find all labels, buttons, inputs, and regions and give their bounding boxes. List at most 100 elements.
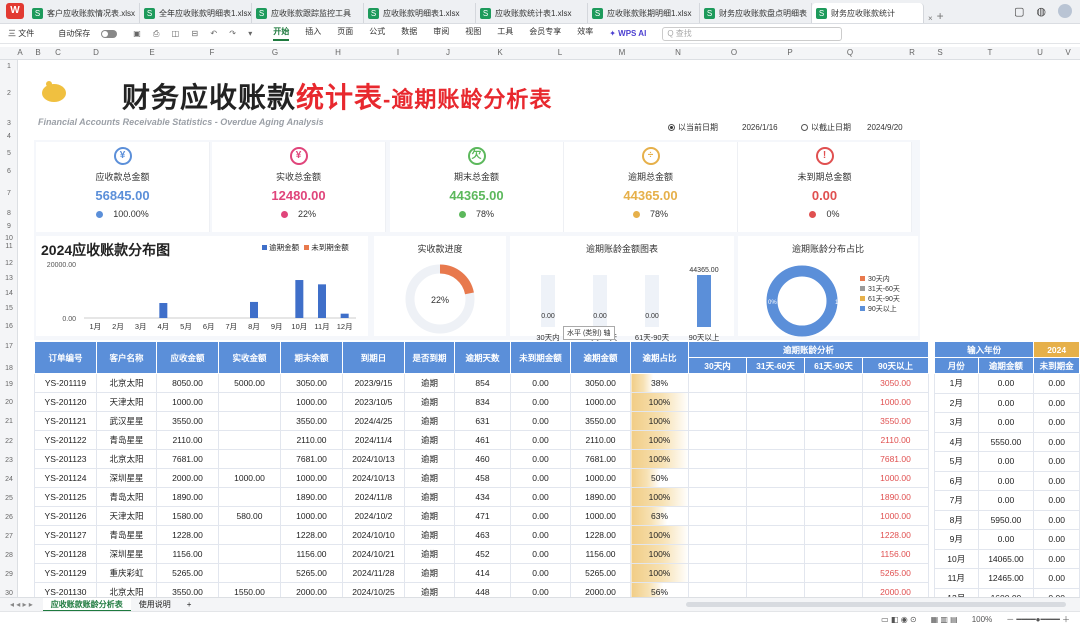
summary-row[interactable]: 8月 5950.00 0.00 xyxy=(934,509,1080,530)
table-cell[interactable]: 834 xyxy=(454,392,511,412)
table-row[interactable]: YS-201124 深圳星星 2000.00 1000.00 1000.00 2024/1… xyxy=(34,468,929,488)
table-row[interactable]: YS-201128 深圳星星 1156.00 1156.00 2024/10/21 逾期 4… xyxy=(34,544,929,564)
aging-90plus-cell[interactable]: 1156.00 xyxy=(862,544,929,564)
wps-logo-icon[interactable]: W xyxy=(6,3,24,19)
table-row[interactable]: YS-201129 重庆彩虹 5265.00 5265.00 2024/11/28 逾期 4… xyxy=(34,563,929,583)
summary-row[interactable]: 1月 0.00 0.00 xyxy=(934,373,1080,394)
table-cell[interactable]: 天津太阳 xyxy=(96,506,157,526)
aging-cell[interactable] xyxy=(746,506,805,526)
column-header-7[interactable]: 逾期天数 xyxy=(454,341,511,374)
table-cell[interactable]: 2024/10/21 xyxy=(342,544,405,564)
table-cell[interactable]: 3550.00 xyxy=(280,411,343,431)
horizontal-scrollbar[interactable] xyxy=(686,602,1066,607)
ribbon-tab[interactable]: 审阅 xyxy=(433,26,449,41)
aging-amount-chart[interactable]: 0.0030天内0.0031天-60天0.0061天-90天44365.0090… xyxy=(510,255,734,342)
row-header[interactable]: 11 xyxy=(0,243,18,250)
table-cell[interactable]: 7681.00 xyxy=(280,449,343,469)
table-cell[interactable]: 3050.00 xyxy=(280,373,343,393)
table-cell[interactable]: 3050.00 xyxy=(570,373,631,393)
column-header[interactable]: E xyxy=(146,48,158,57)
table-cell[interactable]: 青岛星星 xyxy=(96,525,157,545)
table-cell[interactable]: 北京太阳 xyxy=(96,373,157,393)
row-header[interactable]: 8 xyxy=(0,210,18,217)
distribution-chart[interactable]: 20000.00 0.00 1月 2月 3月 4月 5月 6月 7月 8月 9月 10月 11月 12月 xyxy=(36,236,368,336)
aging-cell[interactable] xyxy=(804,411,863,431)
table-cell[interactable]: 100% xyxy=(630,430,689,450)
column-header-6[interactable]: 是否到期 xyxy=(404,341,455,374)
restore-icon[interactable]: ▢ xyxy=(1014,5,1024,18)
table-cell[interactable]: 2024/10/10 xyxy=(342,525,405,545)
table-cell[interactable]: 1156.00 xyxy=(156,544,219,564)
table-row[interactable]: YS-201122 青岛星星 2110.00 2110.00 2024/11/4 逾期 46… xyxy=(34,430,929,450)
table-cell[interactable]: YS-201128 xyxy=(34,544,97,564)
row-header[interactable]: 18 xyxy=(0,365,18,372)
table-cell[interactable]: 2023/9/15 xyxy=(342,373,405,393)
summary-cell[interactable]: 5550.00 xyxy=(977,431,1035,452)
table-row[interactable]: YS-201119 北京太阳 8050.00 5000.00 3050.00 2023/9… xyxy=(34,373,929,393)
table-cell[interactable]: 2024/10/13 xyxy=(342,449,405,469)
table-cell[interactable]: 38% xyxy=(630,373,689,393)
skin-icon[interactable]: ◍ xyxy=(1036,5,1046,18)
table-cell[interactable]: YS-201125 xyxy=(34,487,97,507)
aging-cell[interactable] xyxy=(804,525,863,545)
sheet-nav-arrows[interactable]: ◂ ◂ ▸ ▸ xyxy=(0,600,43,609)
ribbon-tab[interactable]: 工具 xyxy=(497,26,513,41)
row-header[interactable]: 24 xyxy=(0,476,18,483)
table-cell[interactable]: 青岛太阳 xyxy=(96,487,157,507)
column-header-5[interactable]: 到期日 xyxy=(342,341,405,374)
table-cell[interactable]: 0.00 xyxy=(510,449,571,469)
aging-cell[interactable] xyxy=(746,487,805,507)
aging-cell[interactable] xyxy=(688,506,747,526)
wps-ai-button[interactable]: ✦ WPS AI xyxy=(609,29,646,38)
row-header[interactable]: 30 xyxy=(0,590,18,597)
row-header[interactable]: 22 xyxy=(0,438,18,445)
aging-col-header[interactable]: 61天-90天 xyxy=(804,357,863,374)
table-cell[interactable]: 100% xyxy=(630,487,689,507)
column-header[interactable]: J xyxy=(442,48,454,57)
summary-col-header[interactable]: 月份 xyxy=(934,357,979,374)
aging-cell[interactable] xyxy=(688,449,747,469)
table-cell[interactable]: 631 xyxy=(454,411,511,431)
aging-cell[interactable] xyxy=(804,506,863,526)
summary-cell[interactable]: 11月 xyxy=(934,568,979,589)
table-cell[interactable]: 5265.00 xyxy=(156,563,219,583)
table-cell[interactable]: 100% xyxy=(630,411,689,431)
row-header[interactable]: 29 xyxy=(0,571,18,578)
table-cell[interactable]: YS-201120 xyxy=(34,392,97,412)
table-cell[interactable]: 2023/10/5 xyxy=(342,392,405,412)
summary-cell[interactable]: 5950.00 xyxy=(977,509,1035,530)
table-cell[interactable]: 1580.00 xyxy=(156,506,219,526)
column-header[interactable]: D xyxy=(90,48,102,57)
table-cell[interactable]: 逾期 xyxy=(404,392,455,412)
table-cell[interactable]: 深圳星星 xyxy=(96,468,157,488)
column-header[interactable]: A xyxy=(14,48,26,57)
table-cell[interactable]: 1000.00 xyxy=(280,468,343,488)
table-cell[interactable] xyxy=(218,487,281,507)
autosave-toggle[interactable]: 自动保存 xyxy=(50,28,118,39)
column-header[interactable]: K xyxy=(494,48,506,57)
table-cell[interactable]: 逾期 xyxy=(404,506,455,526)
table-row[interactable]: YS-201127 青岛星星 1228.00 1228.00 2024/10/10 逾期 4… xyxy=(34,525,929,545)
file-menu[interactable]: 三 文件 xyxy=(8,28,34,39)
table-cell[interactable]: 1890.00 xyxy=(280,487,343,507)
file-tab[interactable]: S 应收账款明细表1.xlsx xyxy=(364,3,476,23)
summary-cell[interactable]: 0.00 xyxy=(977,490,1035,511)
table-cell[interactable]: 7681.00 xyxy=(156,449,219,469)
aging-cell[interactable] xyxy=(746,392,805,412)
table-cell[interactable]: 1228.00 xyxy=(280,525,343,545)
column-header[interactable]: V xyxy=(1062,48,1074,57)
table-cell[interactable]: 1890.00 xyxy=(156,487,219,507)
table-cell[interactable]: 逾期 xyxy=(404,449,455,469)
aging-col-header[interactable]: 90天以上 xyxy=(862,357,929,374)
progress-donut-chart[interactable]: 22% xyxy=(374,255,506,335)
table-cell[interactable]: 100% xyxy=(630,544,689,564)
row-header[interactable]: 16 xyxy=(0,323,18,330)
table-cell[interactable]: 逾期 xyxy=(404,563,455,583)
table-cell[interactable]: 100% xyxy=(630,449,689,469)
column-header[interactable]: R xyxy=(906,48,918,57)
table-cell[interactable]: 武汉星星 xyxy=(96,411,157,431)
table-cell[interactable]: 1000.00 xyxy=(156,392,219,412)
summary-cell[interactable]: 0.00 xyxy=(977,529,1035,550)
file-tab[interactable]: S 财务应收账款盘点明细表 xyxy=(700,3,812,23)
aging-cell[interactable] xyxy=(688,468,747,488)
